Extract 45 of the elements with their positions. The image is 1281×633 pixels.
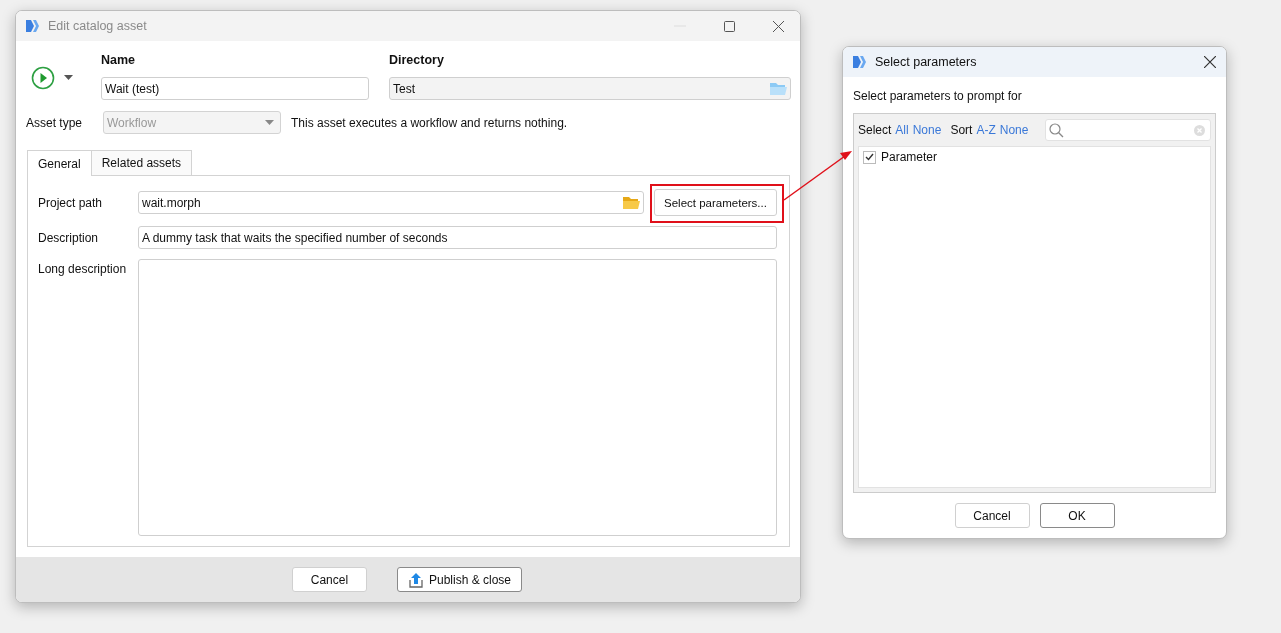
close-icon[interactable] (1204, 56, 1216, 68)
upload-icon (407, 571, 424, 588)
description-field[interactable]: A dummy task that waits the specified number of seconds (138, 226, 777, 249)
long-description-label: Long description (38, 261, 128, 276)
pointer-arrow (783, 151, 852, 201)
cancel-button[interactable]: Cancel (954, 503, 1030, 528)
ok-button[interactable]: OK (1039, 503, 1115, 528)
cancel-button[interactable]: Cancel (291, 567, 367, 592)
search-icon (1049, 122, 1064, 138)
check-icon (865, 153, 874, 161)
select-link[interactable]: All (895, 123, 909, 137)
name-field[interactable]: Wait (test) (101, 77, 369, 100)
select-label: Select (858, 123, 892, 137)
asset-type-description: This asset executes a workflow and returns nothing. (291, 115, 568, 130)
maximize-icon[interactable] (724, 20, 735, 32)
select-link[interactable]: None (912, 123, 942, 137)
publish-button[interactable]: Publish & close (396, 567, 522, 592)
description-label: Description (38, 230, 100, 245)
dialog-prompt: Select parameters to prompt for (853, 89, 1023, 103)
tab[interactable]: Related assets (90, 150, 193, 175)
play-icon[interactable] (31, 65, 55, 90)
folder-icon[interactable] (623, 196, 640, 209)
window-title: Edit catalog asset (48, 19, 147, 33)
dialog-title: Select parameters (875, 55, 977, 69)
parameter-checkbox[interactable]: Parameter (863, 150, 938, 164)
asset-type-label: Asset type (26, 115, 84, 130)
close-icon[interactable] (773, 20, 784, 32)
name-label: Name (101, 52, 137, 67)
search-field[interactable] (1045, 119, 1211, 141)
dropdown-caret-icon[interactable] (64, 75, 73, 80)
directory-label: Directory (389, 52, 445, 67)
tab[interactable]: General (27, 150, 92, 176)
sort-link[interactable]: A-Z (976, 123, 996, 137)
sort-link[interactable]: None (999, 123, 1029, 137)
project-path-label: Project path (38, 195, 104, 210)
dropdown-caret-icon (265, 120, 274, 125)
directory-field[interactable]: Test (389, 77, 791, 100)
app-logo-icon (853, 56, 867, 68)
project-path-field[interactable]: wait.morph (138, 191, 644, 214)
app-logo-icon (26, 20, 40, 32)
long-description-field[interactable] (138, 259, 777, 536)
folder-icon[interactable] (770, 82, 787, 95)
select-parameters-button[interactable]: Select parameters... (654, 189, 777, 216)
sort-label: Sort (950, 123, 973, 137)
clear-icon[interactable] (1194, 124, 1205, 136)
